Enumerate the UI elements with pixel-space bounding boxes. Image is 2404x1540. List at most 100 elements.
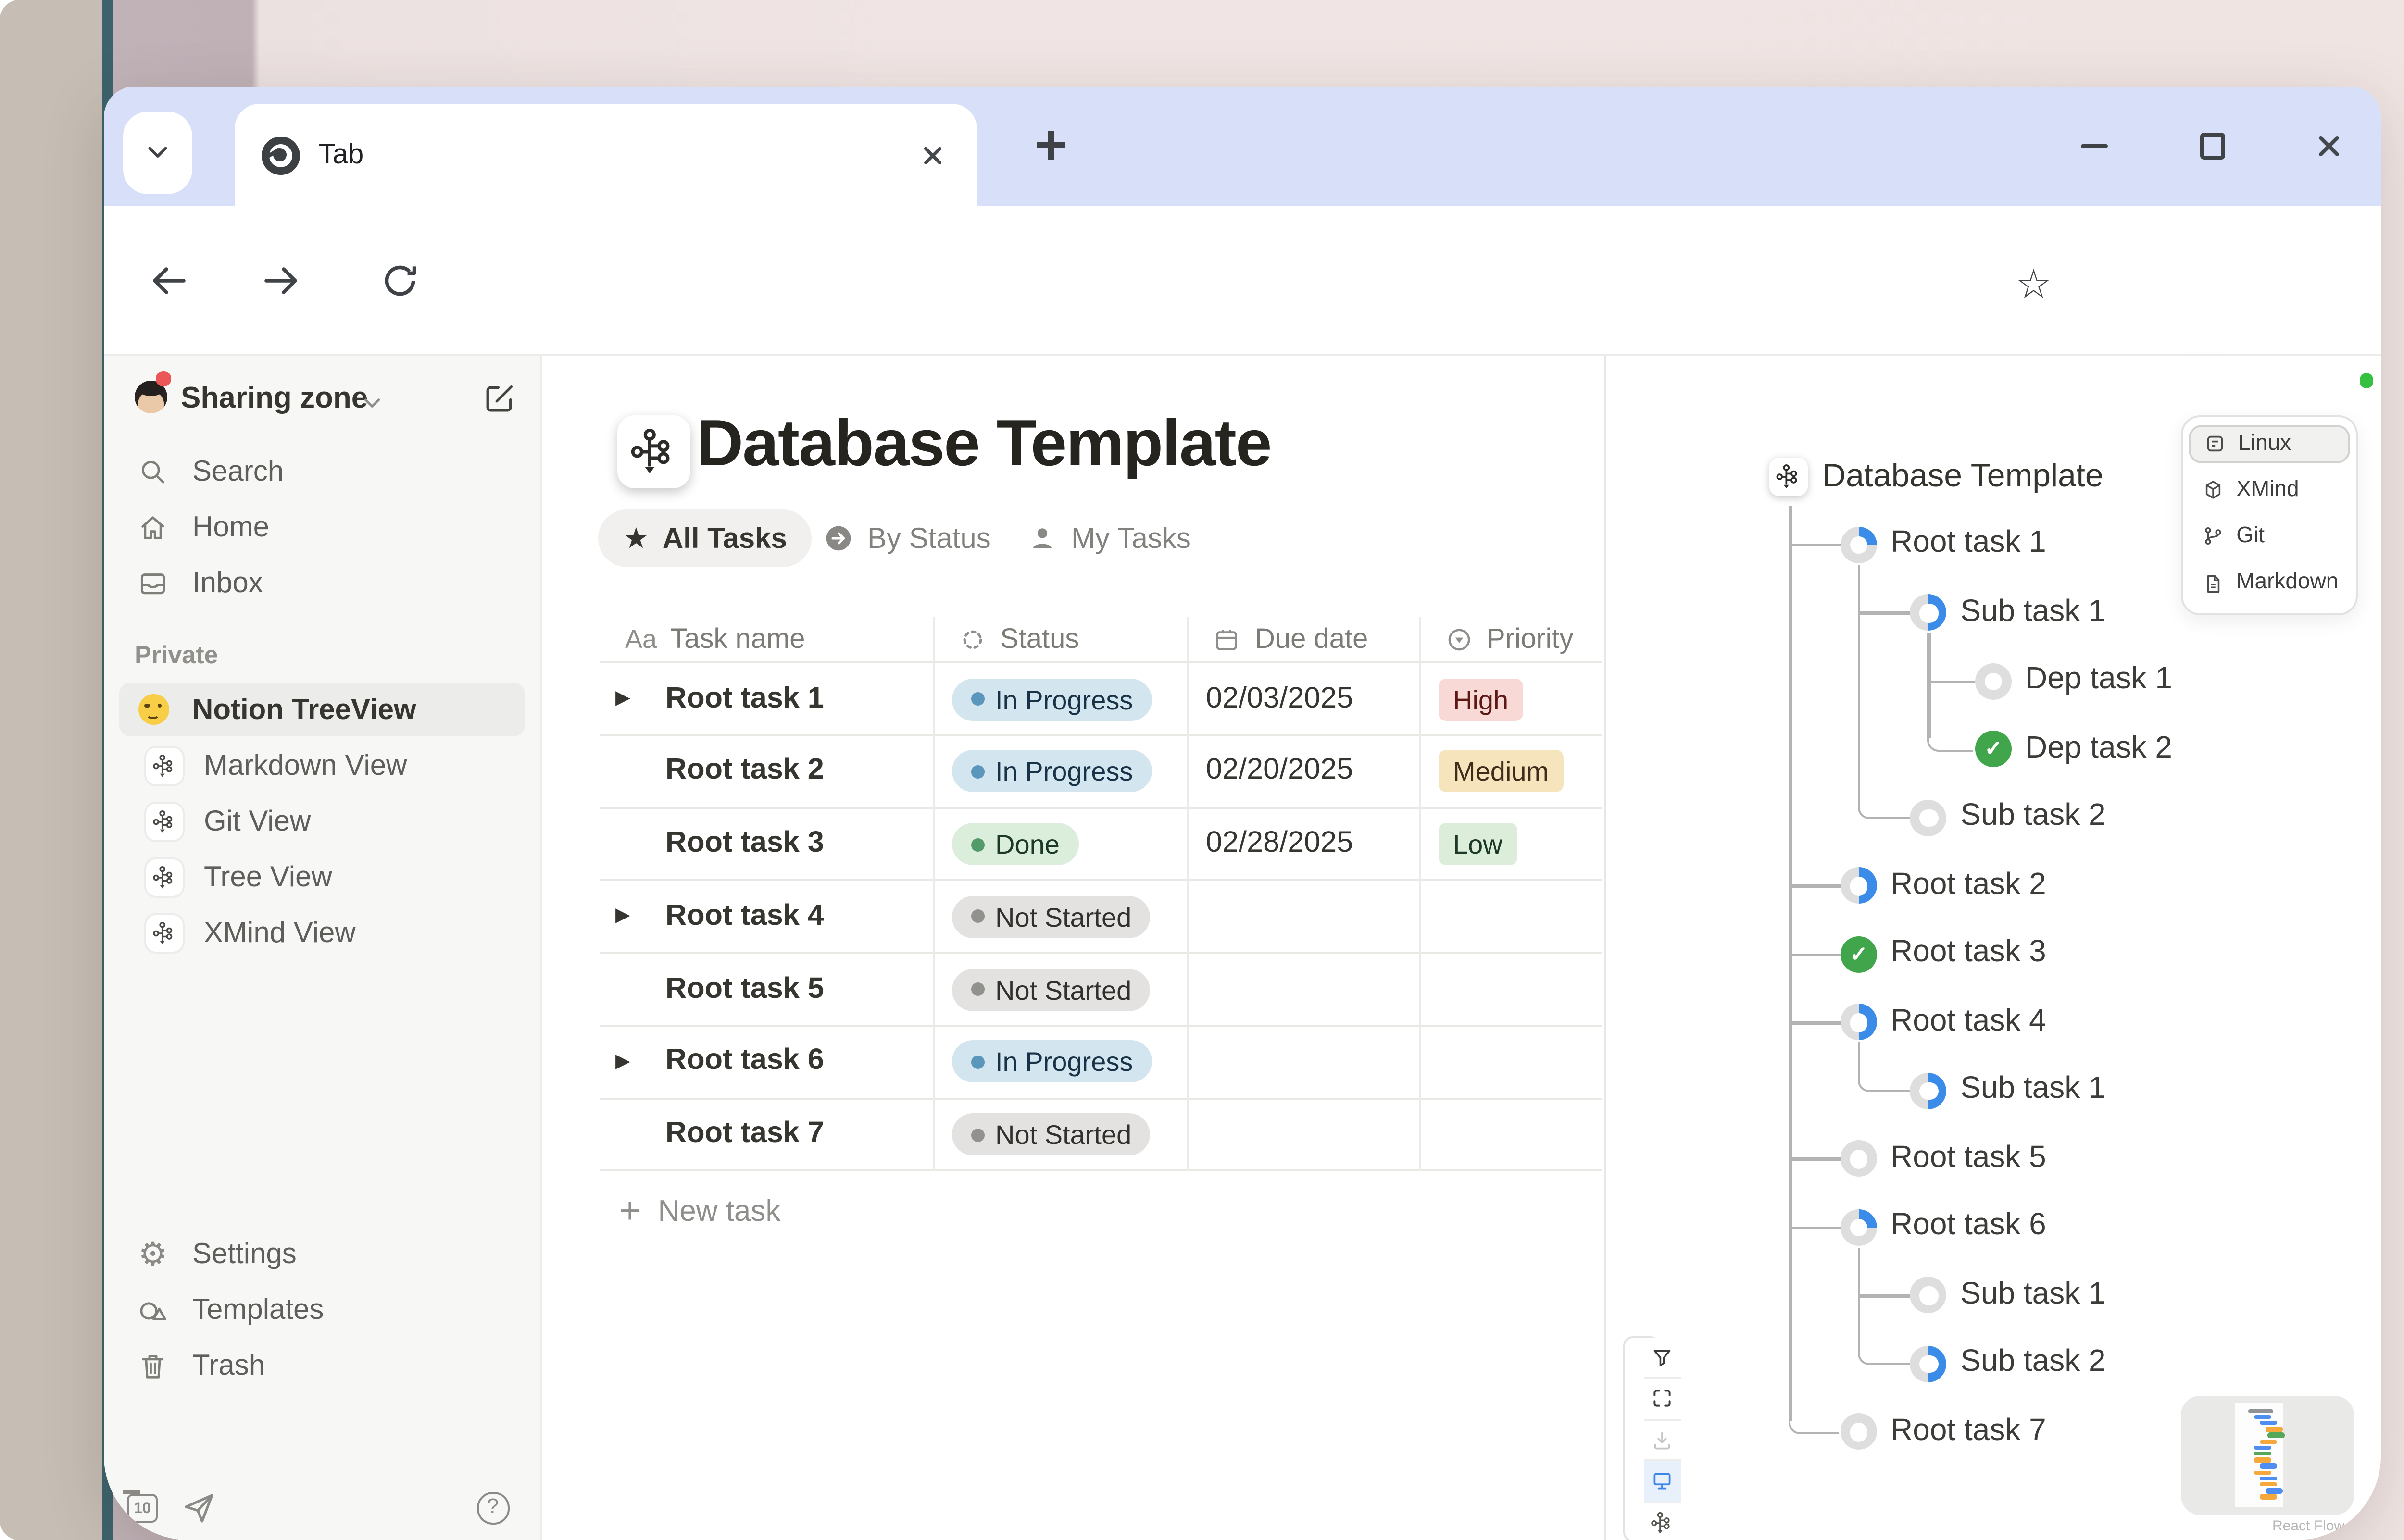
column-header-priority[interactable]: Priority (1443, 616, 1574, 662)
tab-search-button[interactable] (123, 111, 192, 193)
tree-root-icon[interactable] (1769, 458, 1808, 496)
tree-node-dep-task-2-label[interactable]: Dep task 2 (2025, 733, 2172, 767)
tree-node-root-task-1-status-icon[interactable] (1841, 527, 1877, 563)
reload-button[interactable] (377, 258, 423, 304)
expand-toggle-icon[interactable]: ▶ (615, 1051, 630, 1072)
download-button[interactable] (1643, 1420, 1680, 1462)
forward-button[interactable] (258, 258, 304, 304)
column-header-due-date[interactable]: Due date (1212, 616, 1368, 662)
back-button[interactable] (146, 258, 192, 304)
tree-node-dep-task-2-status-icon[interactable]: ✓ (1975, 732, 2012, 768)
due-date-cell[interactable]: 02/03/2025 (1206, 663, 1353, 734)
tab-all-tasks[interactable]: ★All Tasks (598, 509, 812, 567)
sidebar-item-notion-treeview[interactable]: Notion TreeView (119, 683, 525, 736)
table-row[interactable]: Root task 2 In Progress 02/20/2025 Medium (600, 736, 1601, 808)
tree-layout-button[interactable] (1643, 1503, 1680, 1540)
status-cell[interactable]: Done (951, 823, 1079, 865)
column-header-status[interactable]: Status (957, 616, 1079, 662)
invite-button[interactable] (181, 1490, 217, 1527)
tree-node-sub-task-1-status-icon[interactable] (1910, 1278, 1947, 1314)
tree-node-root-task-3-label[interactable]: Root task 3 (1891, 937, 2046, 972)
tree-node-sub-task-2-label[interactable]: Sub task 2 (1960, 801, 2105, 835)
task-name-cell[interactable]: Root task 6 (665, 1026, 824, 1097)
sidebar-item-home[interactable]: Home (119, 500, 525, 554)
calendar-10-button[interactable]: 10 (127, 1494, 158, 1523)
tree-node-sub-task-1-status-icon[interactable] (1910, 1073, 1947, 1109)
tree-node-sub-task-2-status-icon[interactable] (1910, 1346, 1947, 1382)
table-row[interactable]: Root task 3 Done 02/28/2025 Low (600, 808, 1601, 881)
sidebar-item-trash[interactable]: Trash (119, 1338, 525, 1392)
minimize-button[interactable] (2056, 87, 2133, 206)
expand-toggle-icon[interactable]: ▶ (615, 688, 630, 709)
tree-node-sub-task-1-status-icon[interactable] (1910, 595, 1947, 632)
sidebar-item-search[interactable]: Search (119, 444, 525, 498)
table-row[interactable]: ▶ Root task 6 In Progress (600, 1026, 1601, 1099)
status-cell[interactable]: Not Started (951, 895, 1151, 938)
browser-tab[interactable]: Tab (234, 104, 977, 206)
sidebar-item-xmind-view[interactable]: XMind View (119, 906, 525, 959)
help-button[interactable]: ? (477, 1492, 509, 1524)
tree-node-root-task-3-status-icon[interactable]: ✓ (1841, 936, 1877, 973)
tree-root-label[interactable]: Database Template (1822, 458, 2104, 496)
table-row[interactable]: Root task 5 Not Started (600, 954, 1601, 1026)
tree-node-root-task-6-status-icon[interactable] (1841, 1209, 1877, 1246)
close-button[interactable] (2290, 87, 2367, 206)
task-name-cell[interactable]: Root task 2 (665, 736, 824, 807)
tree-node-sub-task-2-label[interactable]: Sub task 2 (1960, 1347, 2105, 1381)
minimap[interactable] (2180, 1396, 2353, 1515)
page-icon[interactable] (617, 416, 690, 489)
status-cell[interactable]: In Progress (951, 750, 1152, 793)
tree-node-sub-task-1-label[interactable]: Sub task 1 (1960, 1279, 2105, 1313)
table-row[interactable]: ▶ Root task 1 In Progress 02/03/2025 High (600, 663, 1601, 736)
workspace-name[interactable]: Sharing zone (181, 383, 368, 417)
expand-toggle-icon[interactable]: ▶ (615, 906, 630, 927)
priority-cell[interactable]: High (1438, 678, 1524, 720)
export-menu-item-xmind[interactable]: XMind (2189, 468, 2351, 510)
tree-node-root-task-6-label[interactable]: Root task 6 (1891, 1210, 2046, 1245)
sidebar-item-templates[interactable]: Templates (119, 1282, 525, 1336)
new-task-button[interactable]: + New task (619, 1194, 780, 1230)
tree-node-sub-task-1-label[interactable]: Sub task 1 (1960, 596, 2105, 631)
due-date-cell[interactable]: 02/20/2025 (1206, 736, 1353, 807)
filter-button[interactable] (1643, 1338, 1680, 1379)
status-cell[interactable]: In Progress (951, 1041, 1152, 1083)
tree-node-root-task-7-status-icon[interactable] (1841, 1414, 1877, 1451)
priority-cell[interactable]: Medium (1438, 750, 1564, 793)
column-header-task-name[interactable]: AaTask name (625, 616, 805, 662)
status-cell[interactable]: In Progress (951, 678, 1152, 720)
priority-cell[interactable]: Low (1438, 823, 1518, 865)
tree-node-dep-task-1-label[interactable]: Dep task 1 (2025, 664, 2172, 699)
sidebar-item-settings[interactable]: ⚙Settings (119, 1227, 525, 1280)
tree-node-sub-task-1-label[interactable]: Sub task 1 (1960, 1074, 2105, 1108)
due-date-cell[interactable]: 02/28/2025 (1206, 808, 1353, 880)
task-name-cell[interactable]: Root task 5 (665, 954, 824, 1025)
tree-node-root-task-4-status-icon[interactable] (1841, 1005, 1877, 1041)
tab-my-tasks[interactable]: My Tasks (1027, 509, 1191, 567)
sidebar-item-tree-view[interactable]: Tree View (119, 850, 525, 904)
tree-node-root-task-7-label[interactable]: Root task 7 (1891, 1415, 2046, 1450)
sidebar-item-git-view[interactable]: Git View (119, 794, 525, 848)
sidebar-item-markdown-view[interactable]: Markdown View (119, 738, 525, 792)
tree-node-sub-task-2-status-icon[interactable] (1910, 800, 1947, 836)
task-name-cell[interactable]: Root task 1 (665, 663, 824, 734)
tree-node-root-task-4-label[interactable]: Root task 4 (1891, 1006, 2046, 1040)
tree-node-root-task-2-label[interactable]: Root task 2 (1891, 869, 2046, 904)
task-name-cell[interactable]: Root task 7 (665, 1099, 824, 1170)
compose-button[interactable] (481, 381, 517, 417)
export-menu-item-markdown[interactable]: Markdown (2189, 562, 2351, 604)
table-row[interactable]: Root task 7Not Started (600, 1099, 1601, 1171)
tab-by-status[interactable]: By Status (823, 509, 991, 567)
tree-node-root-task-2-status-icon[interactable] (1841, 868, 1877, 905)
status-cell[interactable]: Not Started (951, 968, 1151, 1010)
export-menu-item-linux[interactable]: Linux (2189, 424, 2351, 462)
tab-close-icon[interactable] (921, 143, 944, 166)
task-name-cell[interactable]: Root task 3 (665, 808, 824, 880)
tree-node-dep-task-1-status-icon[interactable] (1975, 663, 2012, 700)
table-row[interactable]: ▶Root task 4Not Started (600, 881, 1601, 954)
tree-node-root-task-5-status-icon[interactable] (1841, 1141, 1877, 1178)
bookmark-star-button[interactable]: ☆ (2016, 261, 2052, 310)
tree-node-root-task-5-label[interactable]: Root task 5 (1891, 1142, 2046, 1177)
maximize-button[interactable] (2175, 87, 2252, 206)
tree-node-root-task-1-label[interactable]: Root task 1 (1891, 528, 2046, 562)
workspace-chevron-icon[interactable] (358, 388, 387, 417)
